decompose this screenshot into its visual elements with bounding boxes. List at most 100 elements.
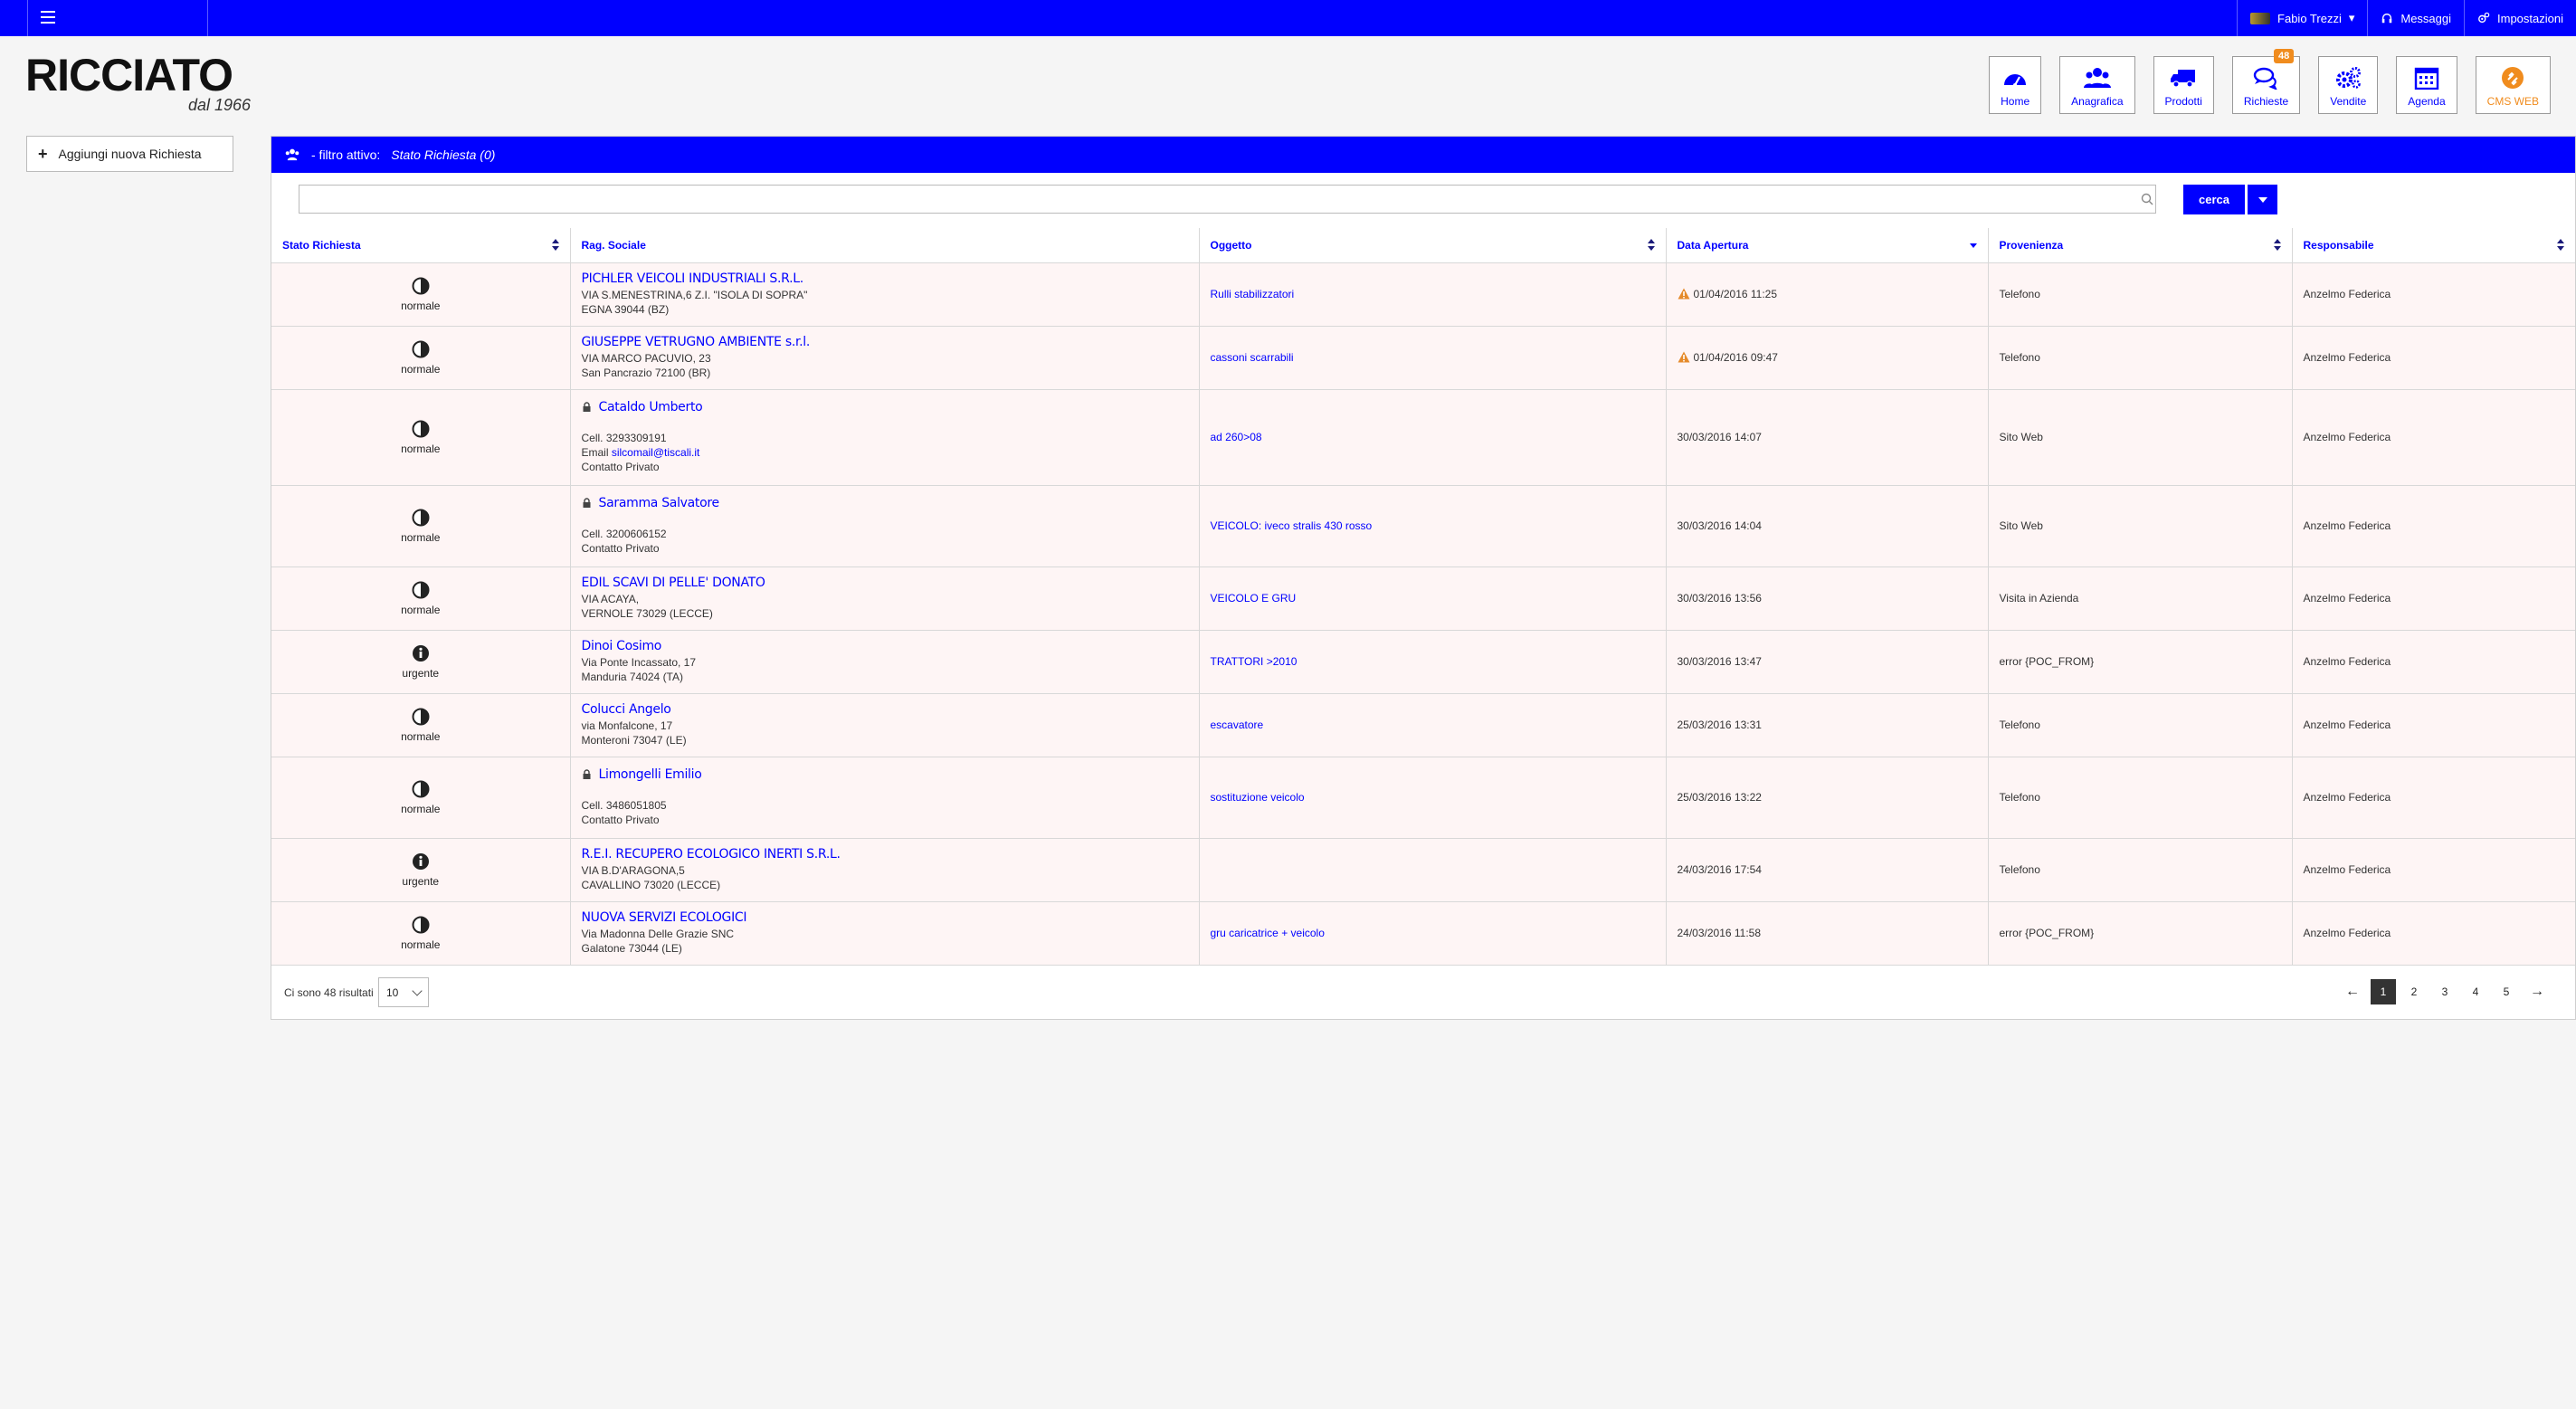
table-row[interactable]: urgente R.E.I. RECUPERO ECOLOGICO INERTI …	[271, 838, 2575, 902]
table-row[interactable]: normale EDIL SCAVI DI PELLE' DONATO VIA AC…	[271, 566, 2575, 631]
data-apertura: 30/03/2016 14:07	[1677, 431, 1762, 443]
cell-data-apertura: 25/03/2016 13:22	[1666, 757, 1989, 839]
nav-home[interactable]: Home	[1989, 56, 2042, 114]
messages-menu[interactable]: Messaggi	[2367, 0, 2464, 36]
search-button[interactable]: cerca	[2183, 185, 2245, 214]
half-circle-icon	[412, 581, 430, 598]
prev-page-button[interactable]: ←	[2340, 979, 2365, 1004]
table-row[interactable]: normale NUOVA SERVIZI ECOLOGICI Via Madonn…	[271, 901, 2575, 966]
results-count: Ci sono 48 risultati	[284, 986, 374, 999]
cell-ragione-sociale: Limongelli Emilio Cell. 3486051805 Contat…	[570, 757, 1200, 839]
table-row[interactable]: normale Cataldo Umberto Cell. 3293309191 E…	[271, 389, 2575, 486]
oggetto-link[interactable]: ad 260>08	[1211, 431, 1262, 443]
company-name[interactable]: PICHLER VEICOLI INDUSTRIALI S.R.L.	[582, 271, 1188, 286]
col-responsabile[interactable]: Responsabile	[2292, 228, 2575, 263]
nav-richieste[interactable]: 48 Richieste	[2231, 49, 2301, 114]
oggetto-link[interactable]: cassoni scarrabili	[1211, 351, 1294, 364]
logo-subtitle: dal 1966	[188, 96, 252, 114]
page-button-1[interactable]: 1	[2371, 979, 2396, 1004]
col-provenienza[interactable]: Provenienza	[1988, 228, 2293, 263]
page-button-3[interactable]: 3	[2432, 979, 2457, 1004]
oggetto-link[interactable]: Rulli stabilizzatori	[1211, 288, 1295, 300]
search-options-dropdown[interactable]	[2248, 185, 2277, 214]
nav-anagrafica[interactable]: Anagrafica	[2059, 56, 2135, 114]
oggetto-link[interactable]: gru caricatrice + veicolo	[1211, 927, 1325, 939]
oggetto-link[interactable]: VEICOLO E GRU	[1211, 592, 1297, 605]
add-request-button[interactable]: + Aggiungi nuova Richiesta	[26, 136, 233, 172]
address-line	[582, 416, 1188, 431]
contact-type: Contatto Privato	[581, 461, 660, 473]
cell-stato: normale	[271, 485, 571, 567]
company-name[interactable]: EDIL SCAVI DI PELLE' DONATO	[582, 576, 1188, 590]
data-apertura: 25/03/2016 13:22	[1677, 791, 1762, 804]
headset-icon	[2382, 13, 2392, 24]
company-name[interactable]: NUOVA SERVIZI ECOLOGICI	[582, 910, 1188, 925]
cell-stato: normale	[271, 566, 571, 631]
table-row[interactable]: normale Colucci Angelo via Monfalcone, 17 M…	[271, 693, 2575, 757]
nav-prodotti[interactable]: Prodotti	[2153, 56, 2214, 114]
half-circle-icon	[412, 277, 430, 294]
oggetto-link[interactable]: VEICOLO: iveco stralis 430 rosso	[1211, 519, 1373, 532]
user-menu[interactable]: Fabio Trezzi ▾	[2237, 0, 2367, 36]
logo[interactable]: RICCIATO dal 1966	[25, 52, 251, 114]
company-name[interactable]: Saramma Salvatore	[582, 496, 1188, 510]
table-row[interactable]: normale PICHLER VEICOLI INDUSTRIALI S.R.L…	[271, 262, 2575, 327]
address-line	[582, 784, 1188, 798]
info-icon	[412, 852, 429, 870]
cell-ragione-sociale: NUOVA SERVIZI ECOLOGICI Via Madonna Delle…	[570, 901, 1200, 966]
nav-richieste-label: Richieste	[2243, 95, 2289, 108]
cell-responsabile: Anzelmo Federica	[2292, 630, 2575, 694]
nav-agenda[interactable]: Agenda	[2396, 56, 2457, 114]
table-footer: Ci sono 48 risultati 10 ← 1 2 3 4 5 →	[271, 966, 2575, 1019]
company-name[interactable]: GIUSEPPE VETRUGNO AMBIENTE s.r.l.	[582, 335, 1188, 349]
company-name[interactable]: Dinoi Cosimo	[582, 639, 1188, 653]
per-page-select[interactable]: 10	[378, 977, 429, 1007]
status-label: normale	[401, 729, 441, 743]
nav-vendite[interactable]: Vendite	[2318, 56, 2379, 114]
status-label: normale	[401, 362, 441, 376]
gears-icon	[2478, 12, 2490, 24]
table-row[interactable]: normale GIUSEPPE VETRUGNO AMBIENTE s.r.l.…	[271, 326, 2575, 390]
table-row[interactable]: normale Limongelli Emilio Cell. 348605180…	[271, 757, 2575, 839]
sort-icon	[2273, 239, 2281, 252]
top-bar: Fabio Trezzi ▾ Messaggi Impostazioni	[0, 0, 2576, 36]
cell-stato: normale	[271, 901, 571, 966]
settings-menu[interactable]: Impostazioni	[2464, 0, 2576, 36]
cell-provenienza: Telefono	[1988, 326, 2293, 390]
table-row[interactable]: normale Saramma Salvatore Cell. 320060615…	[271, 485, 2575, 567]
search-input[interactable]	[299, 185, 2156, 214]
menu-button[interactable]	[27, 0, 208, 36]
oggetto-link[interactable]: sostituzione veicolo	[1211, 791, 1305, 804]
company-name[interactable]: Colucci Angelo	[582, 702, 1188, 717]
col-stato[interactable]: Stato Richiesta	[271, 228, 571, 263]
messages-label: Messaggi	[2400, 11, 2452, 25]
hamburger-icon	[41, 11, 55, 24]
company-name[interactable]: R.E.I. RECUPERO ECOLOGICO INERTI S.R.L.	[582, 847, 1188, 862]
cell-stato: normale	[271, 326, 571, 390]
page-button-5[interactable]: 5	[2494, 979, 2519, 1004]
cell-provenienza: Telefono	[1988, 757, 2293, 839]
cell-oggetto: gru caricatrice + veicolo	[1199, 901, 1667, 966]
col-data-apertura[interactable]: Data Apertura	[1666, 228, 1989, 263]
email-link[interactable]: silcomail@tiscali.it	[612, 446, 700, 459]
company-name[interactable]: Limongelli Emilio	[582, 767, 1188, 782]
cell-ragione-sociale: PICHLER VEICOLI INDUSTRIALI S.R.L. VIA S.…	[570, 262, 1200, 327]
page-button-4[interactable]: 4	[2463, 979, 2488, 1004]
address-line	[582, 512, 1188, 527]
filter-value[interactable]: Stato Richiesta (0)	[391, 148, 495, 162]
table-row[interactable]: urgente Dinoi Cosimo Via Ponte Incassato, …	[271, 630, 2575, 694]
sort-icon	[1647, 239, 1655, 252]
cell-stato: normale	[271, 262, 571, 327]
nav-cms-web[interactable]: CMS WEB	[2475, 56, 2551, 114]
users-icon	[285, 148, 299, 161]
cell-oggetto: cassoni scarrabili	[1199, 326, 1667, 390]
company-name[interactable]: Cataldo Umberto	[582, 400, 1188, 414]
col-oggetto[interactable]: Oggetto	[1199, 228, 1667, 263]
nav-vendite-label: Vendite	[2330, 95, 2367, 108]
status-label: normale	[401, 802, 441, 815]
address-line: Via Madonna Delle Grazie SNC	[581, 928, 735, 940]
oggetto-link[interactable]: TRATTORI >2010	[1211, 655, 1298, 668]
next-page-button[interactable]: →	[2524, 979, 2550, 1004]
page-button-2[interactable]: 2	[2401, 979, 2427, 1004]
oggetto-link[interactable]: escavatore	[1211, 719, 1264, 731]
